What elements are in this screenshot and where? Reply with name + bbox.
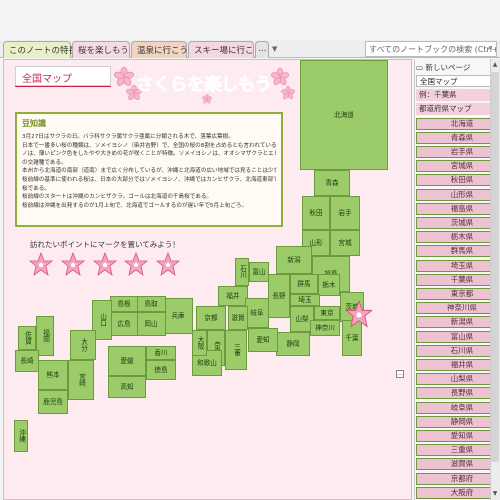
page-list-item[interactable]: 栃木県 — [416, 231, 496, 244]
scroll-down-icon[interactable]: ▼ — [490, 489, 500, 499]
prefecture-shimane[interactable]: 島根 — [110, 296, 138, 312]
page-list-item[interactable]: 福井県 — [416, 359, 496, 371]
prefecture-hyogo[interactable]: 兵庫 — [163, 298, 193, 334]
prefecture-shizuoka[interactable]: 静岡 — [276, 332, 310, 356]
page-list-item[interactable]: 福島県 — [416, 202, 496, 215]
tab-ski-resorts[interactable]: スキー場に行こう — [188, 41, 262, 58]
tab-cherry-blossoms[interactable]: 桜を楽しもう — [72, 41, 130, 58]
search-icon[interactable]: ⌕ — [488, 43, 493, 53]
resize-handle[interactable]: … — [396, 370, 404, 378]
new-page-label: 新しいページ — [425, 63, 471, 72]
page-list-item[interactable]: 長野県 — [416, 387, 496, 400]
page-list-item[interactable]: 茨城県 — [416, 217, 496, 229]
tab-dropdown-icon[interactable]: ▼ — [272, 45, 277, 53]
prefecture-tochigi[interactable]: 栃木 — [318, 274, 340, 296]
prefecture-nagasaki[interactable]: 長崎 — [15, 350, 39, 372]
prefecture-saga[interactable]: 佐賀 — [18, 326, 36, 350]
prefecture-osaka[interactable]: 大阪 — [192, 330, 207, 356]
page-list-item[interactable]: 青森県 — [416, 131, 496, 144]
page-list-item[interactable]: 千葉県 — [416, 273, 496, 286]
page-list-item[interactable]: 岩手県 — [416, 146, 496, 158]
page-list-item[interactable]: 愛知県 — [416, 430, 496, 442]
prefecture-kumamoto[interactable]: 熊本 — [38, 360, 68, 390]
search-placeholder: すべてのノートブックの検索 (Ctrl+E) — [369, 45, 497, 54]
page-list-item[interactable]: 新潟県 — [416, 316, 496, 329]
prefecture-ehime[interactable]: 愛媛 — [108, 346, 146, 376]
tab-features[interactable]: このノートの特長 — [3, 41, 77, 58]
placed-sakura-stamp-icon[interactable] — [344, 300, 374, 330]
page-list-item[interactable]: 三重県 — [416, 444, 496, 457]
prefecture-aichi[interactable]: 愛知 — [248, 328, 278, 352]
scroll-thumb[interactable] — [491, 72, 499, 462]
page-list-item[interactable]: 京都府 — [416, 472, 496, 485]
tab-hot-springs[interactable]: 温泉に行こう — [131, 41, 188, 58]
prefecture-ishikawa[interactable]: 石川 — [235, 258, 249, 286]
prefecture-kagawa[interactable]: 香川 — [146, 346, 176, 360]
prefecture-kyoto[interactable]: 京都 — [196, 306, 226, 330]
page-list-item[interactable]: 北海道 — [416, 117, 496, 130]
prefecture-fukui[interactable]: 福井 — [218, 286, 248, 306]
page-list-item[interactable]: 群馬県 — [416, 245, 496, 258]
page-list-item[interactable]: 神奈川県 — [416, 302, 496, 315]
search-input[interactable]: すべてのノートブックの検索 (Ctrl+E) ⌕ — [365, 41, 497, 57]
prefecture-kochi[interactable]: 高知 — [108, 376, 146, 398]
prefecture-gunma[interactable]: 群馬 — [290, 274, 318, 294]
page-list-item[interactable]: 秋田県 — [416, 174, 496, 187]
page-list-item[interactable]: 静岡県 — [416, 415, 496, 428]
prefecture-hiroshima[interactable]: 広島 — [110, 312, 138, 336]
prefecture-mie[interactable]: 三重 — [225, 330, 247, 370]
prefecture-nagano[interactable]: 長野 — [268, 274, 290, 318]
page-list-item[interactable]: 都道府県マップ — [416, 103, 496, 116]
page-list-item[interactable]: 岐阜県 — [416, 401, 496, 414]
prefecture-hokkaido[interactable]: 北海道 — [300, 60, 388, 170]
page-list-item[interactable]: 東京都 — [416, 288, 496, 300]
page-list-item[interactable]: 例：千葉県 — [416, 89, 496, 102]
page-list-item[interactable]: 富山県 — [416, 330, 496, 343]
prefecture-tokushima[interactable]: 徳島 — [146, 360, 176, 380]
prefecture-kagoshima[interactable]: 鹿児島 — [38, 390, 68, 414]
prefecture-aomori[interactable]: 青森 — [314, 170, 350, 196]
prefecture-akita[interactable]: 秋田 — [302, 196, 330, 230]
prefecture-oita[interactable]: 大分 — [70, 330, 96, 360]
prefecture-okinawa[interactable]: 沖縄 — [14, 420, 28, 452]
page-list-item[interactable]: 山梨県 — [416, 373, 496, 386]
new-page-button[interactable]: ▭ 新しいページ — [416, 62, 496, 74]
page-list-item[interactable]: 石川県 — [416, 344, 496, 357]
prefecture-iwate[interactable]: 岩手 — [330, 196, 360, 230]
page-list-item[interactable]: 宮城県 — [416, 160, 496, 173]
prefecture-miyazaki[interactable]: 宮崎 — [68, 360, 94, 400]
prefecture-kanagawa[interactable]: 神奈川 — [310, 320, 340, 336]
prefecture-miyagi[interactable]: 宮城 — [330, 230, 360, 256]
page-list-item[interactable]: 滋賀県 — [416, 458, 496, 471]
scroll-up-icon[interactable]: ▲ — [490, 60, 500, 70]
page-list-item[interactable]: 埼玉県 — [416, 259, 496, 272]
prefecture-saitama[interactable]: 埼玉 — [290, 294, 320, 306]
prefecture-shiga[interactable]: 滋賀 — [228, 306, 248, 330]
prefecture-okayama[interactable]: 岡山 — [136, 312, 166, 336]
prefecture-niigata[interactable]: 新潟 — [276, 246, 312, 274]
prefecture-gifu[interactable]: 岐阜 — [245, 298, 269, 328]
prefecture-toyama[interactable]: 富山 — [249, 262, 269, 282]
page-list-item[interactable]: 全国マップ — [416, 75, 496, 87]
prefecture-tokyo[interactable]: 東京 — [314, 306, 340, 320]
japan-map: 北海道青森秋田岩手山形宮城新潟福島石川富山群馬栃木茨城福井長野埼玉千葉東京山梨神… — [3, 59, 412, 500]
page-list-item[interactable]: 大阪府 — [416, 486, 496, 499]
tab-more[interactable]: … — [255, 41, 269, 58]
prefecture-tottori[interactable]: 鳥取 — [136, 296, 166, 312]
page-list-item[interactable]: 山形県 — [416, 188, 496, 201]
